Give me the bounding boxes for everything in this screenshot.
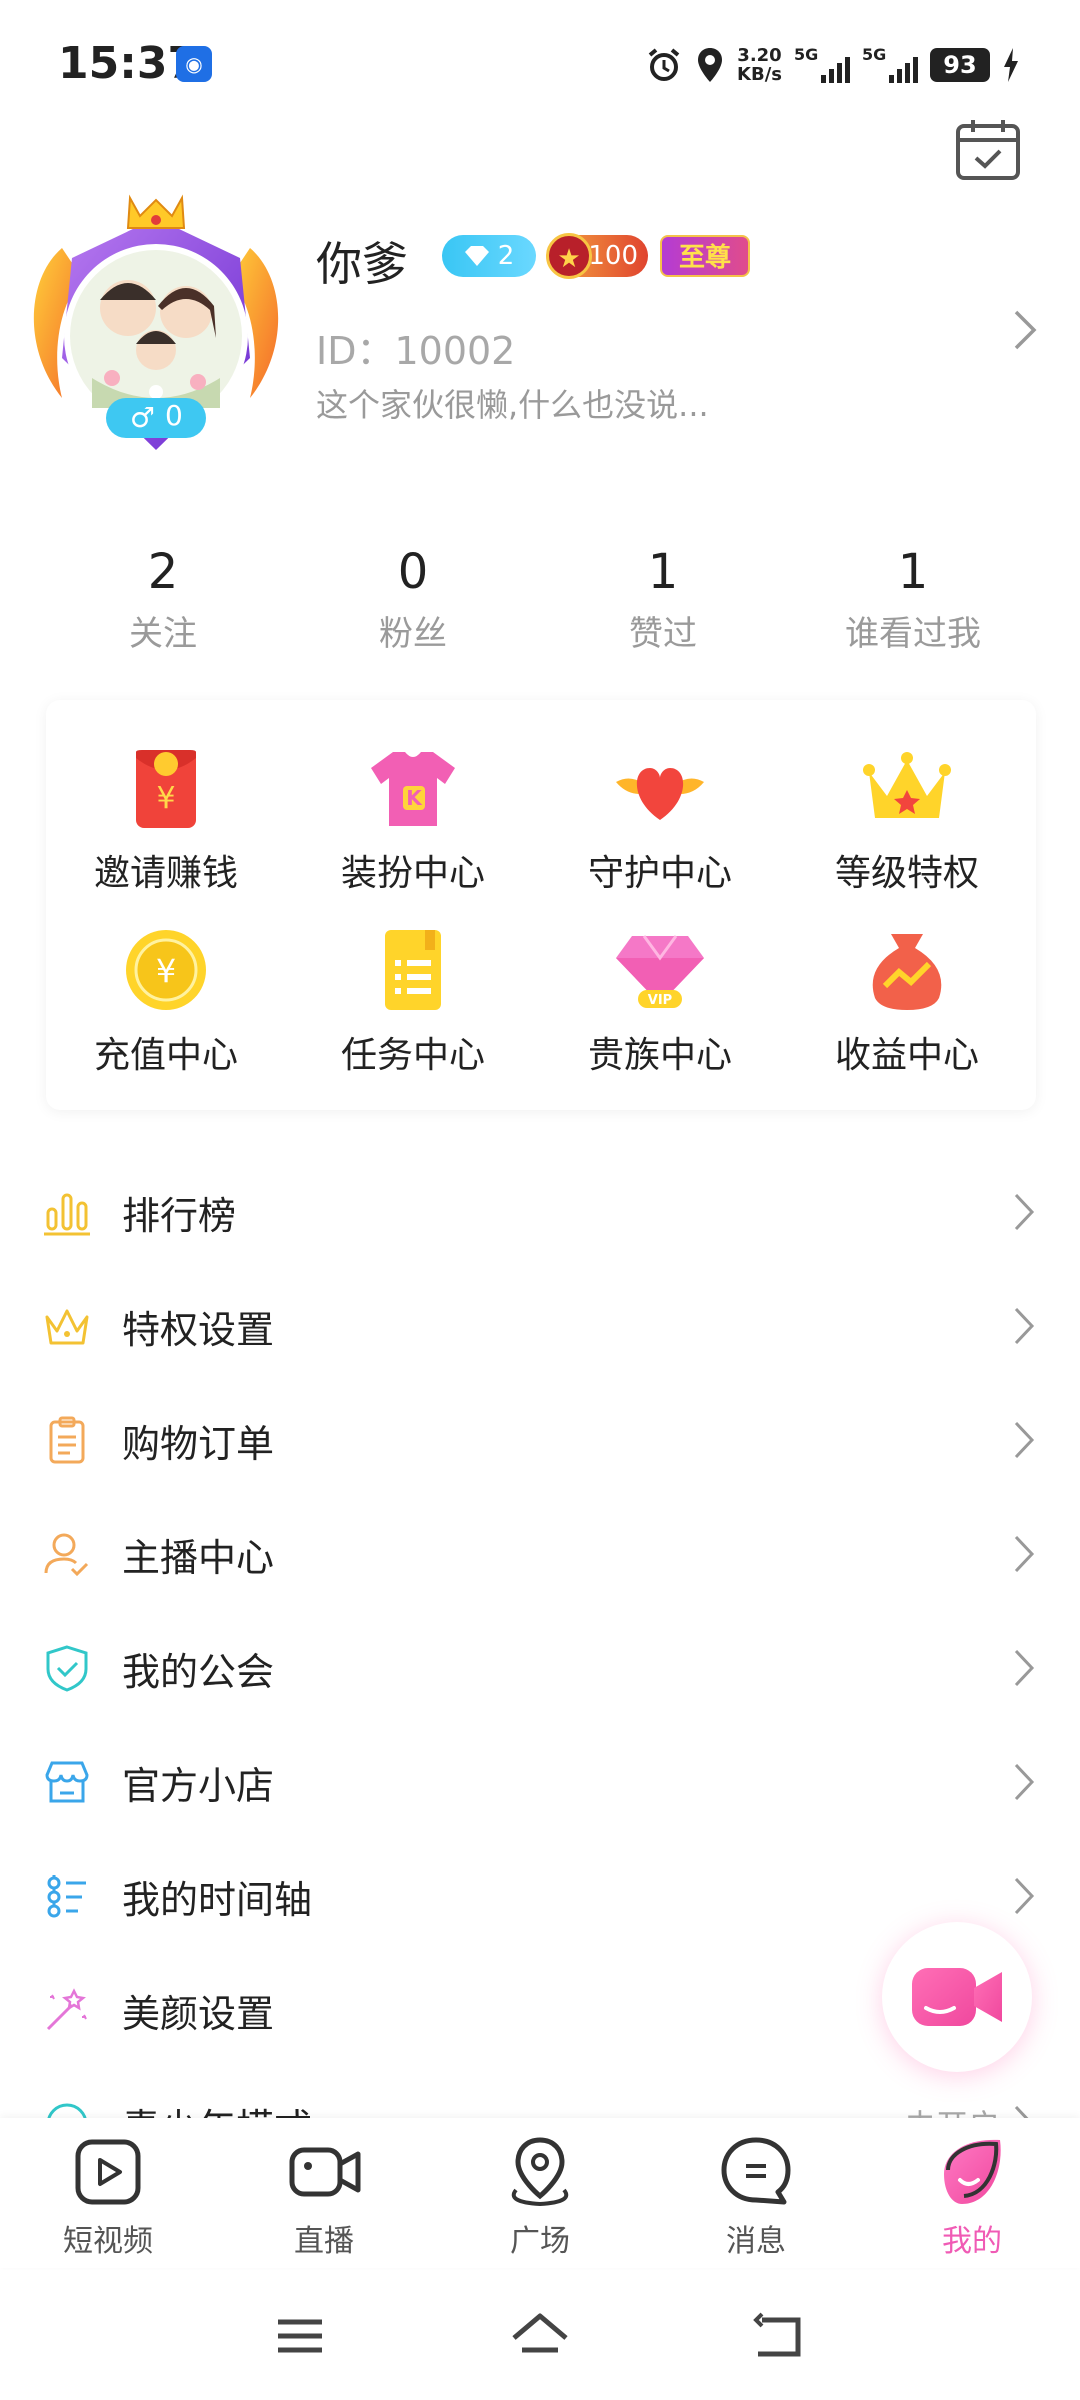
anchor-user-icon bbox=[44, 1533, 89, 1577]
ranking-icon bbox=[44, 1193, 90, 1236]
vip-diamond-icon: VIP bbox=[616, 935, 704, 1008]
grid-invite[interactable]: ¥ 邀请赚钱 bbox=[46, 738, 286, 894]
live-camera-icon bbox=[289, 2147, 361, 2197]
battery-indicator: 93 bbox=[930, 48, 990, 82]
menu-icon[interactable] bbox=[268, 2308, 332, 2364]
money-bag-icon bbox=[872, 934, 942, 1010]
charging-icon bbox=[1004, 48, 1018, 82]
tshirt-icon: K bbox=[371, 752, 455, 826]
chevron-right-icon bbox=[1014, 1877, 1035, 1915]
clipboard-icon bbox=[49, 1416, 85, 1464]
store-icon bbox=[45, 1761, 89, 1803]
svg-text:¥: ¥ bbox=[156, 781, 175, 816]
chevron-right-icon bbox=[1014, 1649, 1035, 1687]
chevron-right-icon bbox=[1014, 1535, 1035, 1573]
nav-short-video[interactable]: 短视频 bbox=[38, 2134, 178, 2260]
svg-text:K: K bbox=[406, 786, 423, 810]
grid-guard[interactable]: 守护中心 bbox=[540, 738, 780, 894]
star-icon: ★ bbox=[546, 233, 592, 279]
vip-badge: 至尊 bbox=[660, 235, 750, 277]
menu-item-anchor-center[interactable]: 主播中心 bbox=[0, 1497, 1080, 1611]
svg-text:¥: ¥ bbox=[156, 952, 176, 990]
avatar[interactable]: ♂ 0 bbox=[22, 188, 290, 466]
menu-item-orders[interactable]: 购物订单 bbox=[0, 1383, 1080, 1497]
cast-icon: ◉ bbox=[176, 46, 212, 82]
nav-messages[interactable]: 消息 bbox=[686, 2134, 826, 2260]
magic-wand-icon bbox=[46, 1988, 87, 2031]
stat-liked[interactable]: 1 赞过 bbox=[538, 540, 788, 655]
menu-item-privilege-settings[interactable]: 特权设置 bbox=[0, 1269, 1080, 1383]
square-location-icon bbox=[511, 2137, 569, 2207]
calendar-check-icon[interactable] bbox=[955, 118, 1021, 182]
nav-square[interactable]: 广场 bbox=[470, 2134, 610, 2260]
chevron-right-icon[interactable] bbox=[1010, 308, 1040, 352]
profile-id: ID：10002 bbox=[316, 329, 516, 373]
stats-row: 2 关注 0 粉丝 1 赞过 1 谁看过我 bbox=[0, 540, 1080, 655]
home-icon[interactable] bbox=[508, 2308, 572, 2364]
status-icons: 3.20 KB/s 5G 5G 93 bbox=[645, 42, 1020, 88]
chevron-right-icon bbox=[1014, 1193, 1035, 1231]
task-book-icon bbox=[385, 930, 441, 1010]
diamond-icon bbox=[464, 246, 489, 266]
shield-check-icon bbox=[46, 1645, 88, 1692]
crown-icon bbox=[863, 752, 951, 818]
gender-count: 0 bbox=[165, 399, 183, 432]
level-badge: 2 bbox=[442, 235, 536, 277]
nav-me[interactable]: 我的 bbox=[902, 2134, 1042, 2260]
menu-item-ranking[interactable]: 排行榜 bbox=[0, 1155, 1080, 1269]
chevron-right-icon bbox=[1014, 1307, 1035, 1345]
back-icon[interactable] bbox=[748, 2308, 812, 2364]
me-icon bbox=[944, 2139, 1001, 2204]
stat-visitors[interactable]: 1 谁看过我 bbox=[788, 540, 1038, 655]
bottom-nav: 短视频 直播 广场 消息 我的 bbox=[0, 2118, 1080, 2268]
grid-recharge[interactable]: ¥ 充值中心 bbox=[46, 920, 286, 1076]
grid-dressup[interactable]: K 装扮中心 bbox=[293, 738, 533, 894]
chevron-right-icon bbox=[1014, 1763, 1035, 1801]
start-live-button[interactable] bbox=[882, 1922, 1032, 2072]
system-nav-bar bbox=[0, 2270, 1080, 2400]
timeline-icon bbox=[47, 1875, 86, 1918]
crown-outline-icon bbox=[45, 1309, 89, 1345]
wealth-badge: ★ 100 bbox=[546, 233, 648, 279]
grid-task[interactable]: 任务中心 bbox=[293, 920, 533, 1076]
stat-fans[interactable]: 0 粉丝 bbox=[288, 540, 538, 655]
red-envelope-icon: ¥ bbox=[136, 750, 196, 828]
gold-coin-icon: ¥ bbox=[126, 930, 206, 1010]
nav-live[interactable]: 直播 bbox=[254, 2134, 394, 2260]
menu-item-guild[interactable]: 我的公会 bbox=[0, 1611, 1080, 1725]
grid-income[interactable]: 收益中心 bbox=[787, 920, 1027, 1076]
svg-text:VIP: VIP bbox=[648, 993, 672, 1008]
svg-text:♂: ♂ bbox=[130, 401, 155, 434]
feature-grid: ¥ 邀请赚钱 K 装扮中心 守护中心 等级特权 ¥ 充值中心 任务中心 VIP … bbox=[46, 700, 1036, 1110]
chevron-right-icon bbox=[1014, 1421, 1035, 1459]
profile-bio: 这个家伙很懒,什么也没说... bbox=[316, 386, 709, 424]
grid-noble[interactable]: VIP 贵族中心 bbox=[540, 920, 780, 1076]
video-camera-icon bbox=[912, 1968, 1002, 2026]
location-icon bbox=[698, 48, 723, 82]
status-bar: 15:37 ◉ 3.20 KB/s 5G 5G 93 bbox=[0, 0, 1080, 130]
short-video-icon bbox=[75, 2139, 141, 2205]
alarm-icon bbox=[648, 48, 680, 81]
menu-item-official-store[interactable]: 官方小店 bbox=[0, 1725, 1080, 1839]
signal-2: 5G bbox=[862, 45, 918, 85]
profile-name: 你爹 bbox=[316, 237, 408, 291]
network-speed: 3.20 KB/s bbox=[737, 45, 782, 85]
grid-level-privilege[interactable]: 等级特权 bbox=[787, 738, 1027, 894]
message-icon bbox=[721, 2137, 791, 2205]
stat-following[interactable]: 2 关注 bbox=[38, 540, 288, 655]
avatar-frame-icon: ♂ bbox=[33, 194, 279, 450]
signal-1: 5G bbox=[794, 45, 850, 85]
winged-heart-icon bbox=[616, 768, 704, 820]
